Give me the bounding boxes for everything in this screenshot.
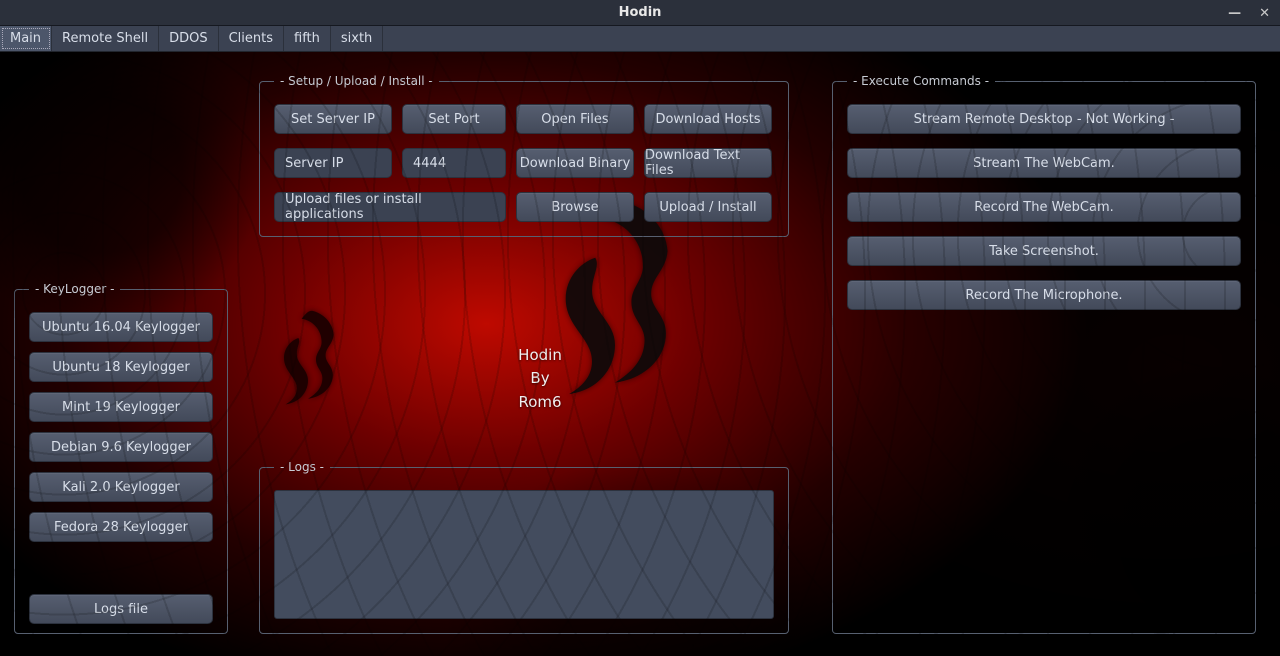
execute-commands-group: - Execute Commands - Stream Remote Deskt… (832, 74, 1256, 634)
stream-remote-desktop-button[interactable]: Stream Remote Desktop - Not Working - (847, 104, 1241, 134)
window-title: Hodin (619, 5, 662, 20)
take-screenshot-button[interactable]: Take Screenshot. (847, 236, 1241, 266)
close-icon[interactable]: ✕ (1255, 6, 1274, 21)
upload-install-button[interactable]: Upload / Install (644, 192, 772, 222)
keylogger-debian-96-button[interactable]: Debian 9.6 Keylogger (29, 432, 213, 462)
tab-sixth[interactable]: sixth (331, 26, 383, 51)
tab-ddos[interactable]: DDOS (159, 26, 219, 51)
credit-text: Hodin By Rom6 (480, 344, 600, 414)
tab-bar: Main Remote Shell DDOS Clients fifth six… (0, 26, 1280, 52)
window-titlebar: Hodin — ✕ (0, 0, 1280, 26)
download-hosts-button[interactable]: Download Hosts (644, 104, 772, 134)
credit-line1: Hodin (480, 344, 600, 367)
logs-group: - Logs - (259, 460, 789, 634)
tab-main[interactable]: Main (0, 26, 52, 51)
dragon-art-small-icon (268, 302, 348, 422)
execute-legend: - Execute Commands - (847, 74, 995, 88)
tab-remote-shell[interactable]: Remote Shell (52, 26, 159, 51)
credit-line3: Rom6 (480, 391, 600, 414)
keylogger-mint-19-button[interactable]: Mint 19 Keylogger (29, 392, 213, 422)
server-ip-input[interactable]: Server IP (274, 148, 392, 178)
stream-webcam-button[interactable]: Stream The WebCam. (847, 148, 1241, 178)
tab-clients[interactable]: Clients (219, 26, 284, 51)
keylogger-group: - KeyLogger - Ubuntu 16.04 Keylogger Ubu… (14, 282, 228, 634)
upload-path-input[interactable]: Upload files or install applications (274, 192, 506, 222)
keylogger-legend: - KeyLogger - (29, 282, 120, 296)
keylogger-ubuntu-18-button[interactable]: Ubuntu 18 Keylogger (29, 352, 213, 382)
open-files-button[interactable]: Open Files (516, 104, 634, 134)
credit-line2: By (480, 367, 600, 390)
set-port-button[interactable]: Set Port (402, 104, 506, 134)
setup-group: - Setup / Upload / Install - Set Server … (259, 74, 789, 237)
logs-legend: - Logs - (274, 460, 330, 474)
port-input[interactable]: 4444 (402, 148, 506, 178)
download-binary-button[interactable]: Download Binary (516, 148, 634, 178)
browse-button[interactable]: Browse (516, 192, 634, 222)
setup-legend: - Setup / Upload / Install - (274, 74, 439, 88)
keylogger-fedora-28-button[interactable]: Fedora 28 Keylogger (29, 512, 213, 542)
minimize-icon[interactable]: — (1224, 6, 1245, 21)
logs-textarea[interactable] (274, 490, 774, 619)
logs-file-button[interactable]: Logs file (29, 594, 213, 624)
keylogger-ubuntu-1604-button[interactable]: Ubuntu 16.04 Keylogger (29, 312, 213, 342)
record-microphone-button[interactable]: Record The Microphone. (847, 280, 1241, 310)
record-webcam-button[interactable]: Record The WebCam. (847, 192, 1241, 222)
main-view: - Setup / Upload / Install - Set Server … (0, 52, 1280, 656)
tab-fifth[interactable]: fifth (284, 26, 331, 51)
keylogger-kali-20-button[interactable]: Kali 2.0 Keylogger (29, 472, 213, 502)
set-server-ip-button[interactable]: Set Server IP (274, 104, 392, 134)
download-text-files-button[interactable]: Download Text Files (644, 148, 772, 178)
